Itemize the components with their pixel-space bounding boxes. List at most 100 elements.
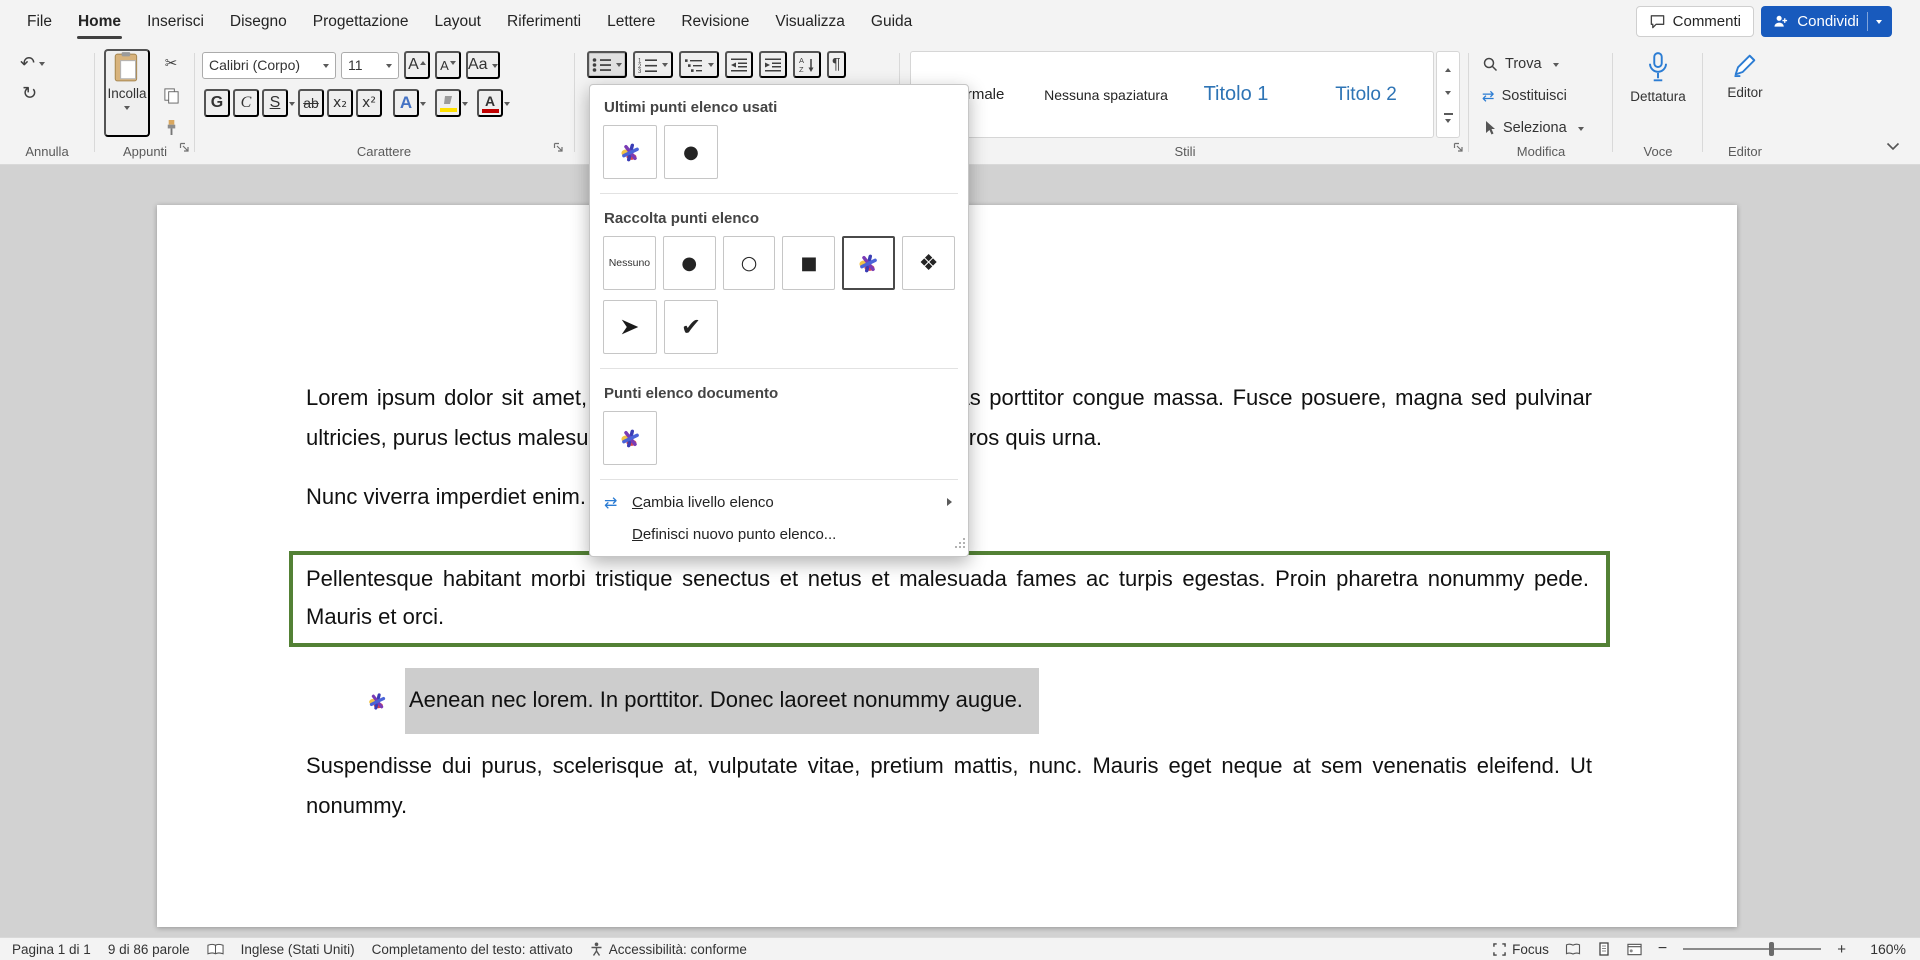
chevron-down-icon[interactable] — [662, 63, 668, 70]
tab-inserisci[interactable]: Inserisci — [134, 0, 217, 43]
chevron-down-icon[interactable] — [386, 64, 392, 71]
superscript-button[interactable]: x² — [356, 89, 382, 117]
chevron-down-icon[interactable] — [420, 102, 426, 109]
clipboard-dialog-launcher[interactable] — [179, 140, 190, 158]
tab-progettazione[interactable]: Progettazione — [300, 0, 422, 43]
gallery-more-button[interactable] — [1444, 113, 1453, 124]
selected-list-text[interactable]: Aenean nec lorem. In porttitor. Donec la… — [405, 668, 1039, 734]
page-number-status[interactable]: Pagina 1 di 1 — [12, 942, 91, 957]
find-button[interactable]: Trova — [1482, 51, 1559, 77]
bullet-hollow-circle[interactable]: ○ — [723, 236, 776, 290]
bullet-arrowhead[interactable] — [603, 300, 657, 354]
numbering-button[interactable]: 1 2 3 — [633, 51, 673, 78]
share-button[interactable]: Condividi — [1761, 6, 1892, 37]
chevron-down-icon[interactable] — [462, 102, 468, 109]
grow-font-button[interactable]: A — [404, 51, 430, 79]
resize-grip[interactable] — [955, 535, 965, 553]
undo-button[interactable]: ↶ — [20, 53, 35, 74]
copy-button[interactable] — [158, 83, 184, 107]
strikethrough-button[interactable]: ab — [298, 89, 324, 117]
word-count-status[interactable]: 9 di 86 parole — [108, 942, 190, 957]
font-color-button[interactable]: A — [477, 89, 503, 117]
tab-revisione[interactable]: Revisione — [668, 0, 762, 43]
font-size-select[interactable]: 11 — [341, 52, 399, 79]
increase-indent-button[interactable] — [759, 51, 787, 78]
font-dialog-launcher[interactable] — [553, 140, 564, 158]
chevron-down-icon[interactable] — [504, 102, 510, 109]
proofing-status[interactable] — [207, 943, 224, 956]
italic-button[interactable]: C — [233, 89, 259, 117]
tab-layout[interactable]: Layout — [421, 0, 494, 43]
style-heading1[interactable]: Titolo 1 — [1171, 52, 1301, 137]
chevron-down-icon[interactable] — [708, 63, 714, 70]
change-list-level-item[interactable]: ⇄ Cambia livello elenco — [590, 486, 968, 518]
bold-button[interactable]: G — [204, 89, 230, 117]
collapse-ribbon-button[interactable] — [1886, 138, 1900, 156]
chevron-down-icon[interactable] — [124, 106, 130, 113]
tab-visualizza[interactable]: Visualizza — [762, 0, 858, 43]
show-formatting-button[interactable]: ¶ — [827, 51, 846, 78]
bullet-checkmark[interactable]: ✔ — [664, 300, 718, 354]
zoom-slider[interactable] — [1683, 948, 1821, 950]
comments-button[interactable]: Commenti — [1636, 6, 1754, 37]
chevron-down-icon[interactable] — [323, 64, 329, 71]
accessibility-status[interactable]: Accessibilità: conforme — [590, 942, 747, 957]
chevron-down-icon[interactable] — [1876, 20, 1882, 27]
cut-button[interactable]: ✂ — [158, 51, 184, 75]
decrease-indent-button[interactable] — [725, 51, 753, 78]
dictate-button[interactable]: Dettatura — [1614, 51, 1702, 104]
zoom-out-button[interactable]: − — [1658, 940, 1667, 958]
paragraph-suspendisse[interactable]: Suspendisse dui purus, scelerisque at, v… — [306, 746, 1592, 826]
chevron-down-icon[interactable] — [289, 102, 295, 109]
zoom-in-button[interactable]: + — [1837, 941, 1846, 958]
bullet-square[interactable]: ■ — [782, 236, 835, 290]
define-new-bullet-item[interactable]: Definisci nuovo punto elenco... — [590, 518, 968, 550]
text-effects-button[interactable]: A — [393, 89, 419, 117]
bullet-custom-flower-selected[interactable] — [842, 236, 895, 290]
text-completion-status[interactable]: Completamento del testo: attivato — [372, 942, 573, 957]
tab-file[interactable]: File — [14, 0, 65, 43]
recent-bullet-dot[interactable]: ● — [664, 125, 718, 179]
paste-button[interactable]: Incolla — [104, 49, 150, 137]
recent-bullet-flower[interactable] — [603, 125, 657, 179]
tab-guida[interactable]: Guida — [858, 0, 925, 43]
bulleted-list-item[interactable]: Aenean nec lorem. In porttitor. Donec la… — [367, 668, 1592, 734]
focus-mode-button[interactable]: Focus — [1493, 942, 1549, 957]
gallery-down-icon[interactable] — [1445, 91, 1451, 98]
styles-dialog-launcher[interactable] — [1453, 140, 1464, 158]
shrink-font-button[interactable]: A — [435, 51, 461, 79]
format-painter-button[interactable] — [158, 115, 184, 139]
bullet-four-diamonds[interactable]: ❖ — [902, 236, 955, 290]
web-layout-button[interactable] — [1627, 943, 1642, 956]
editor-button[interactable]: Editor — [1704, 51, 1786, 100]
bullet-filled-circle[interactable]: ● — [663, 236, 716, 290]
read-mode-button[interactable] — [1565, 943, 1581, 956]
language-status[interactable]: Inglese (Stati Uniti) — [241, 942, 355, 957]
multilevel-list-button[interactable] — [679, 51, 719, 78]
bullet-none[interactable]: Nessuno — [603, 236, 656, 290]
tab-riferimenti[interactable]: Riferimenti — [494, 0, 594, 43]
select-button[interactable]: Seleziona — [1482, 115, 1584, 141]
zoom-percentage[interactable]: 160% — [1862, 941, 1906, 957]
style-no-spacing[interactable]: Nessuna spaziatura — [1041, 52, 1171, 137]
style-heading2[interactable]: Titolo 2 — [1301, 52, 1431, 137]
tab-lettere[interactable]: Lettere — [594, 0, 668, 43]
underline-button[interactable]: S — [262, 89, 288, 117]
green-bordered-paragraph[interactable]: Pellentesque habitant morbi tristique se… — [289, 551, 1610, 647]
sort-button[interactable]: A Z — [793, 51, 821, 78]
paragraph-pellentesque[interactable]: Pellentesque habitant morbi tristique se… — [306, 560, 1589, 636]
tab-home[interactable]: Home — [65, 0, 134, 43]
document-bullet-flower[interactable] — [603, 411, 657, 465]
replace-button[interactable]: ⇄ Sostituisci — [1482, 83, 1567, 109]
subscript-button[interactable]: x₂ — [327, 89, 353, 117]
tab-disegno[interactable]: Disegno — [217, 0, 300, 43]
print-layout-button[interactable] — [1597, 942, 1611, 956]
redo-button[interactable]: ↻ — [22, 83, 37, 104]
font-name-select[interactable]: Calibri (Corpo) — [202, 52, 336, 79]
gallery-up-icon[interactable] — [1445, 65, 1451, 72]
change-case-button[interactable]: Aa — [466, 51, 500, 79]
zoom-slider-thumb[interactable] — [1769, 942, 1774, 956]
bullets-button[interactable] — [587, 51, 627, 78]
chevron-down-icon[interactable] — [39, 62, 45, 69]
chevron-down-icon[interactable] — [616, 63, 622, 70]
